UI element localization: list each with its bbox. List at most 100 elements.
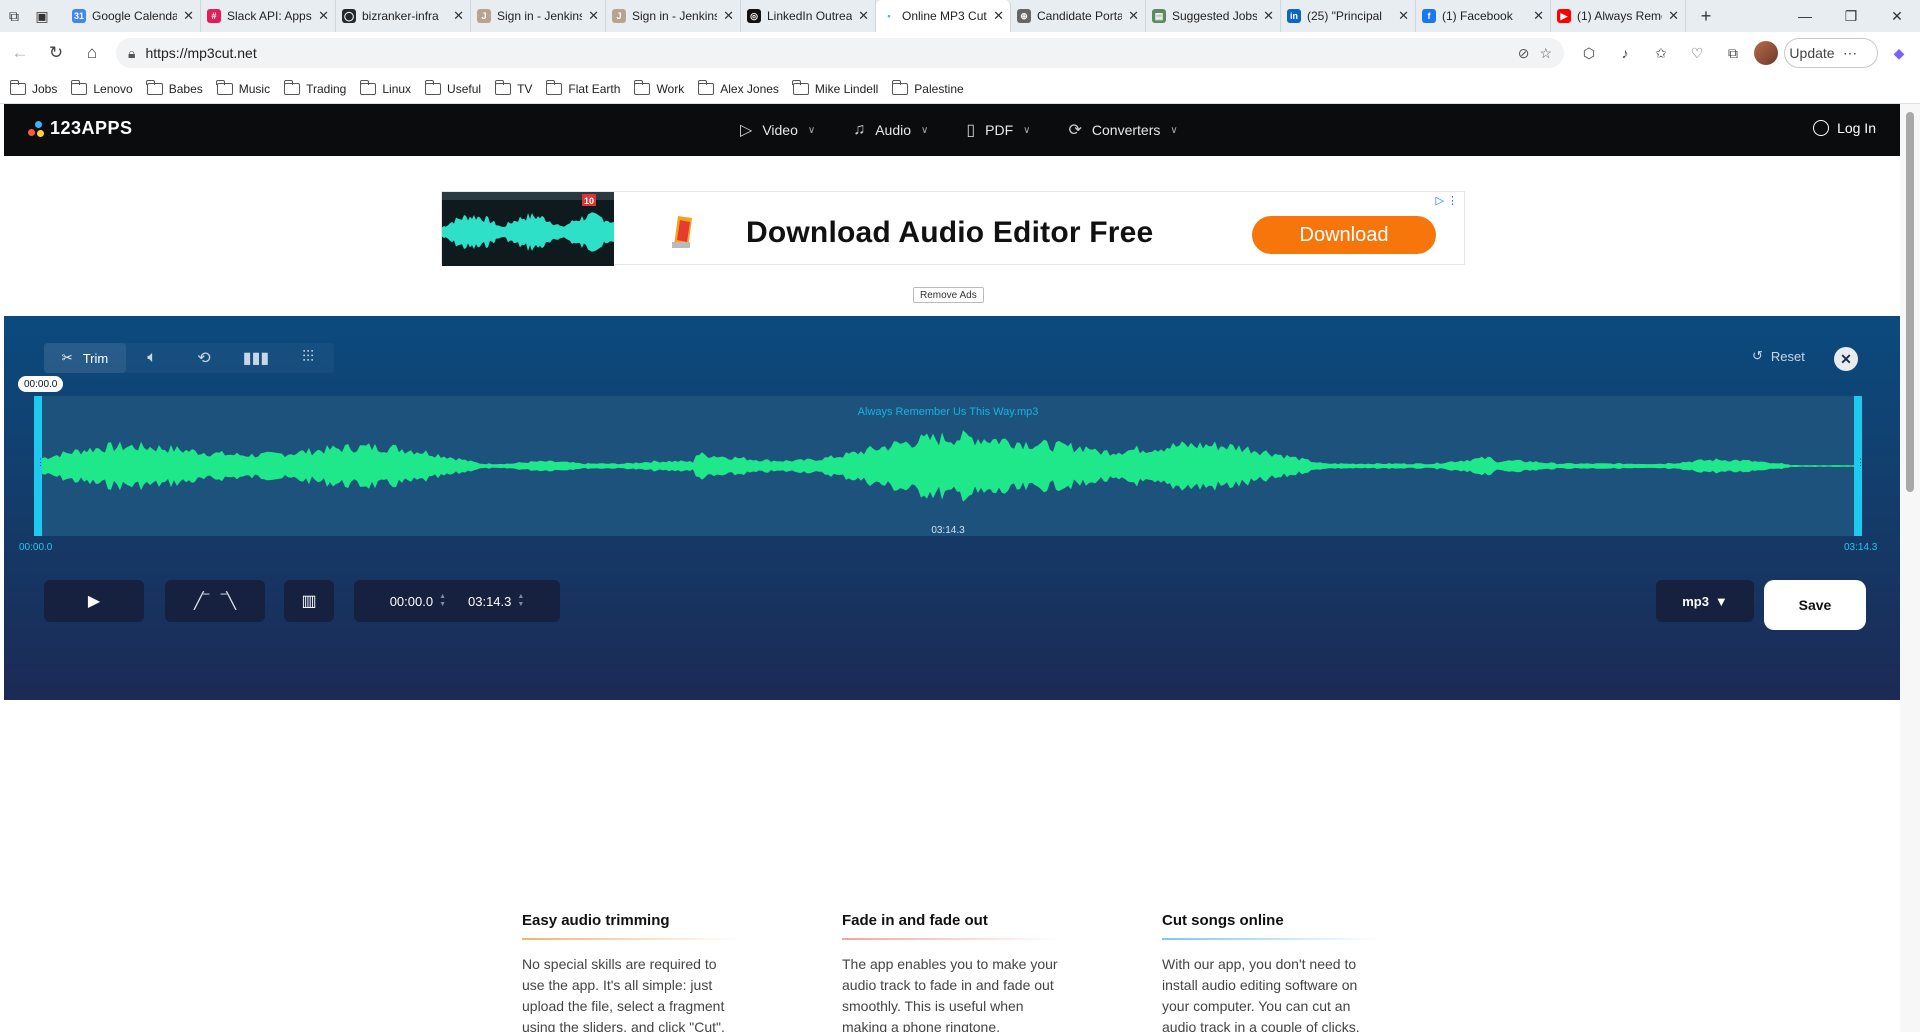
bookmark-folder[interactable]: Music xyxy=(216,79,270,96)
scrollbar-thumb[interactable] xyxy=(1906,112,1914,492)
tracking-prevention-icon[interactable]: ⊘ xyxy=(1518,45,1530,62)
equalizer-tool[interactable]: ⫶⫶⫶ xyxy=(282,343,334,373)
read-aloud-icon[interactable]: ♪ xyxy=(1610,38,1640,68)
tab-close-icon[interactable]: ✕ xyxy=(318,8,329,24)
end-time-value[interactable]: 03:14.3 xyxy=(468,594,511,609)
end-time-field[interactable]: 03:14.3 ▲ ▼ xyxy=(468,593,524,609)
browser-tab[interactable]: • Online MP3 Cutter ✕ xyxy=(876,0,1011,32)
play-button[interactable]: ▶ xyxy=(44,580,144,622)
ad-info-icon[interactable]: ▷ ⋮ xyxy=(1435,194,1458,207)
bookmark-folder[interactable]: Lenovo xyxy=(70,79,133,96)
start-time-field[interactable]: 00:00.0 ▲ ▼ xyxy=(390,593,446,609)
favorite-star-icon[interactable]: ☆ xyxy=(1539,45,1552,62)
reload-button[interactable]: ↻ xyxy=(38,35,74,71)
copilot-icon[interactable]: ◆ xyxy=(1884,38,1914,68)
trim-end-handle[interactable]: ⋮ xyxy=(1854,396,1865,536)
bookmark-folder[interactable]: Palestine xyxy=(891,79,964,96)
browser-tab[interactable]: # Slack API: Apps ✕ xyxy=(201,0,336,32)
start-time-value[interactable]: 00:00.0 xyxy=(390,594,433,609)
tab-close-icon[interactable]: ✕ xyxy=(453,8,464,24)
reset-button[interactable]: ↺ Reset xyxy=(1752,348,1805,364)
bookmark-folder[interactable]: Alex Jones xyxy=(697,79,779,96)
nav-item-pdf[interactable]: ▯ PDF ∨ xyxy=(966,120,1030,140)
waveform-area[interactable]: Always Remember Us This Way.mp3 ⋮ ⋮ 03:1… xyxy=(34,396,1865,536)
close-window-button[interactable]: ✕ xyxy=(1874,0,1920,32)
tab-close-icon[interactable]: ✕ xyxy=(588,8,599,24)
bookmark-folder[interactable]: Useful xyxy=(424,79,481,96)
speed-tool[interactable]: ⟲ xyxy=(178,343,230,373)
tab-close-icon[interactable]: ✕ xyxy=(1263,8,1274,24)
crop-mode-button[interactable]: ▥ xyxy=(284,580,334,622)
browser-tab[interactable]: 31 Google Calendar ✕ xyxy=(66,0,201,32)
bookmark-folder[interactable]: TV xyxy=(494,79,532,96)
nav-item-converters[interactable]: ⟳ Converters ∨ xyxy=(1068,120,1177,140)
extensions-icon[interactable]: ⬡ xyxy=(1574,38,1604,68)
minimize-button[interactable]: — xyxy=(1782,0,1828,32)
trim-tool[interactable]: ✂ Trim xyxy=(44,343,126,373)
end-time-stepper[interactable]: ▲ ▼ xyxy=(517,593,524,609)
favorites-icon[interactable]: ✩ xyxy=(1646,38,1676,68)
tab-actions-icon[interactable]: ▣ xyxy=(28,2,56,30)
bookmark-folder[interactable]: Mike Lindell xyxy=(792,79,878,96)
volume-tool[interactable]: 🔈︎ xyxy=(126,343,178,373)
profile-avatar[interactable] xyxy=(1754,41,1778,65)
browser-tab[interactable]: ⊕ Candidate Portal ✕ xyxy=(1011,0,1146,32)
fade-in-icon[interactable]: ╱‾ xyxy=(194,591,209,611)
browser-essentials-icon[interactable]: ♡ xyxy=(1682,38,1712,68)
browser-tab[interactable]: ▶ (1) Always Remember ✕ xyxy=(1551,0,1686,32)
tab-close-icon[interactable]: ✕ xyxy=(183,8,194,24)
bookmark-folder[interactable]: Babes xyxy=(146,79,203,96)
restore-button[interactable]: ❐ xyxy=(1828,0,1874,32)
tab-close-icon[interactable]: ✕ xyxy=(993,8,1004,24)
collections-icon[interactable]: ⧉ xyxy=(1718,38,1748,68)
tab-close-icon[interactable]: ✕ xyxy=(1128,8,1139,24)
bookmark-folder[interactable]: Flat Earth xyxy=(545,79,620,96)
new-tab-button[interactable]: + xyxy=(1692,2,1720,30)
folder-icon xyxy=(697,79,715,95)
tab-close-icon[interactable]: ✕ xyxy=(723,8,734,24)
back-button[interactable]: ← xyxy=(2,35,38,71)
trim-start-handle[interactable]: ⋮ xyxy=(34,396,45,536)
tab-close-icon[interactable]: ✕ xyxy=(1398,8,1409,24)
browser-tab[interactable]: ◯ bizranker-infra ✕ xyxy=(336,0,471,32)
nav-item-audio[interactable]: ♫ Audio ∨ xyxy=(853,121,928,139)
bookmark-folder[interactable]: Work xyxy=(633,79,684,96)
format-select[interactable]: mp3 ▼ xyxy=(1656,580,1754,622)
home-button[interactable]: ⌂ xyxy=(74,35,110,71)
pitch-tool[interactable]: ▮▮▮ xyxy=(230,343,282,373)
start-time-stepper[interactable]: ▲ ▼ xyxy=(439,593,446,609)
tab-title: LinkedIn Outreach xyxy=(767,9,853,23)
tab-favicon-icon: ▤ xyxy=(1152,9,1166,23)
tab-close-icon[interactable]: ✕ xyxy=(1668,8,1679,24)
browser-tab[interactable]: J Sign in - Jenkins ✕ xyxy=(606,0,741,32)
ad-download-button[interactable]: Download xyxy=(1252,216,1436,254)
workspaces-icon[interactable]: ⧉ xyxy=(0,2,28,30)
fade-out-icon[interactable]: ‾╲ xyxy=(221,591,236,611)
audio-editor: ✂ Trim 🔈︎ ⟲ ▮▮▮ ⫶⫶⫶ ↺ Reset ✕ 00:00.0 Al… xyxy=(4,316,1900,700)
site-info-icon[interactable]: 🔒︎ xyxy=(128,45,135,62)
browser-tab[interactable]: f (1) Facebook ✕ xyxy=(1416,0,1551,32)
save-button[interactable]: Save xyxy=(1764,580,1866,630)
browser-tab[interactable]: ◎ LinkedIn Outreach ✕ xyxy=(741,0,876,32)
bookmark-folder[interactable]: Jobs xyxy=(9,79,57,96)
tab-title: bizranker-infra xyxy=(362,9,439,23)
extensions-bar: ⬡ ♪ ✩ ♡ ⧉ Update ⋯ ◆ xyxy=(1574,38,1914,68)
url-text[interactable]: https://mp3cut.net xyxy=(145,45,1507,61)
feature-text: The app enables you to make your audio t… xyxy=(842,956,1058,1032)
close-file-button[interactable]: ✕ xyxy=(1834,347,1858,371)
address-bar[interactable]: 🔒︎ https://mp3cut.net ⊘ ☆ xyxy=(116,38,1564,68)
tab-close-icon[interactable]: ✕ xyxy=(858,8,869,24)
nav-item-video[interactable]: ▷ Video ∨ xyxy=(740,120,815,140)
update-button[interactable]: Update ⋯ xyxy=(1784,38,1878,68)
tab-close-icon[interactable]: ✕ xyxy=(1533,8,1544,24)
site-logo[interactable]: 123APPS xyxy=(28,118,133,139)
browser-tab[interactable]: ▤ Suggested Jobs ✕ xyxy=(1146,0,1281,32)
browser-tab[interactable]: in (25) "Principal ✕ xyxy=(1281,0,1416,32)
bookmark-folder[interactable]: Trading xyxy=(283,79,346,96)
remove-ads-button[interactable]: Remove Ads xyxy=(913,287,984,303)
ad-banner[interactable]: 10 Download Audio Editor Free Download ▷… xyxy=(441,191,1465,266)
page-scrollbar[interactable] xyxy=(1900,104,1920,1032)
login-button[interactable]: Log In xyxy=(1813,120,1876,136)
browser-tab[interactable]: J Sign in - Jenkins ✕ xyxy=(471,0,606,32)
bookmark-folder[interactable]: Linux xyxy=(359,79,411,96)
